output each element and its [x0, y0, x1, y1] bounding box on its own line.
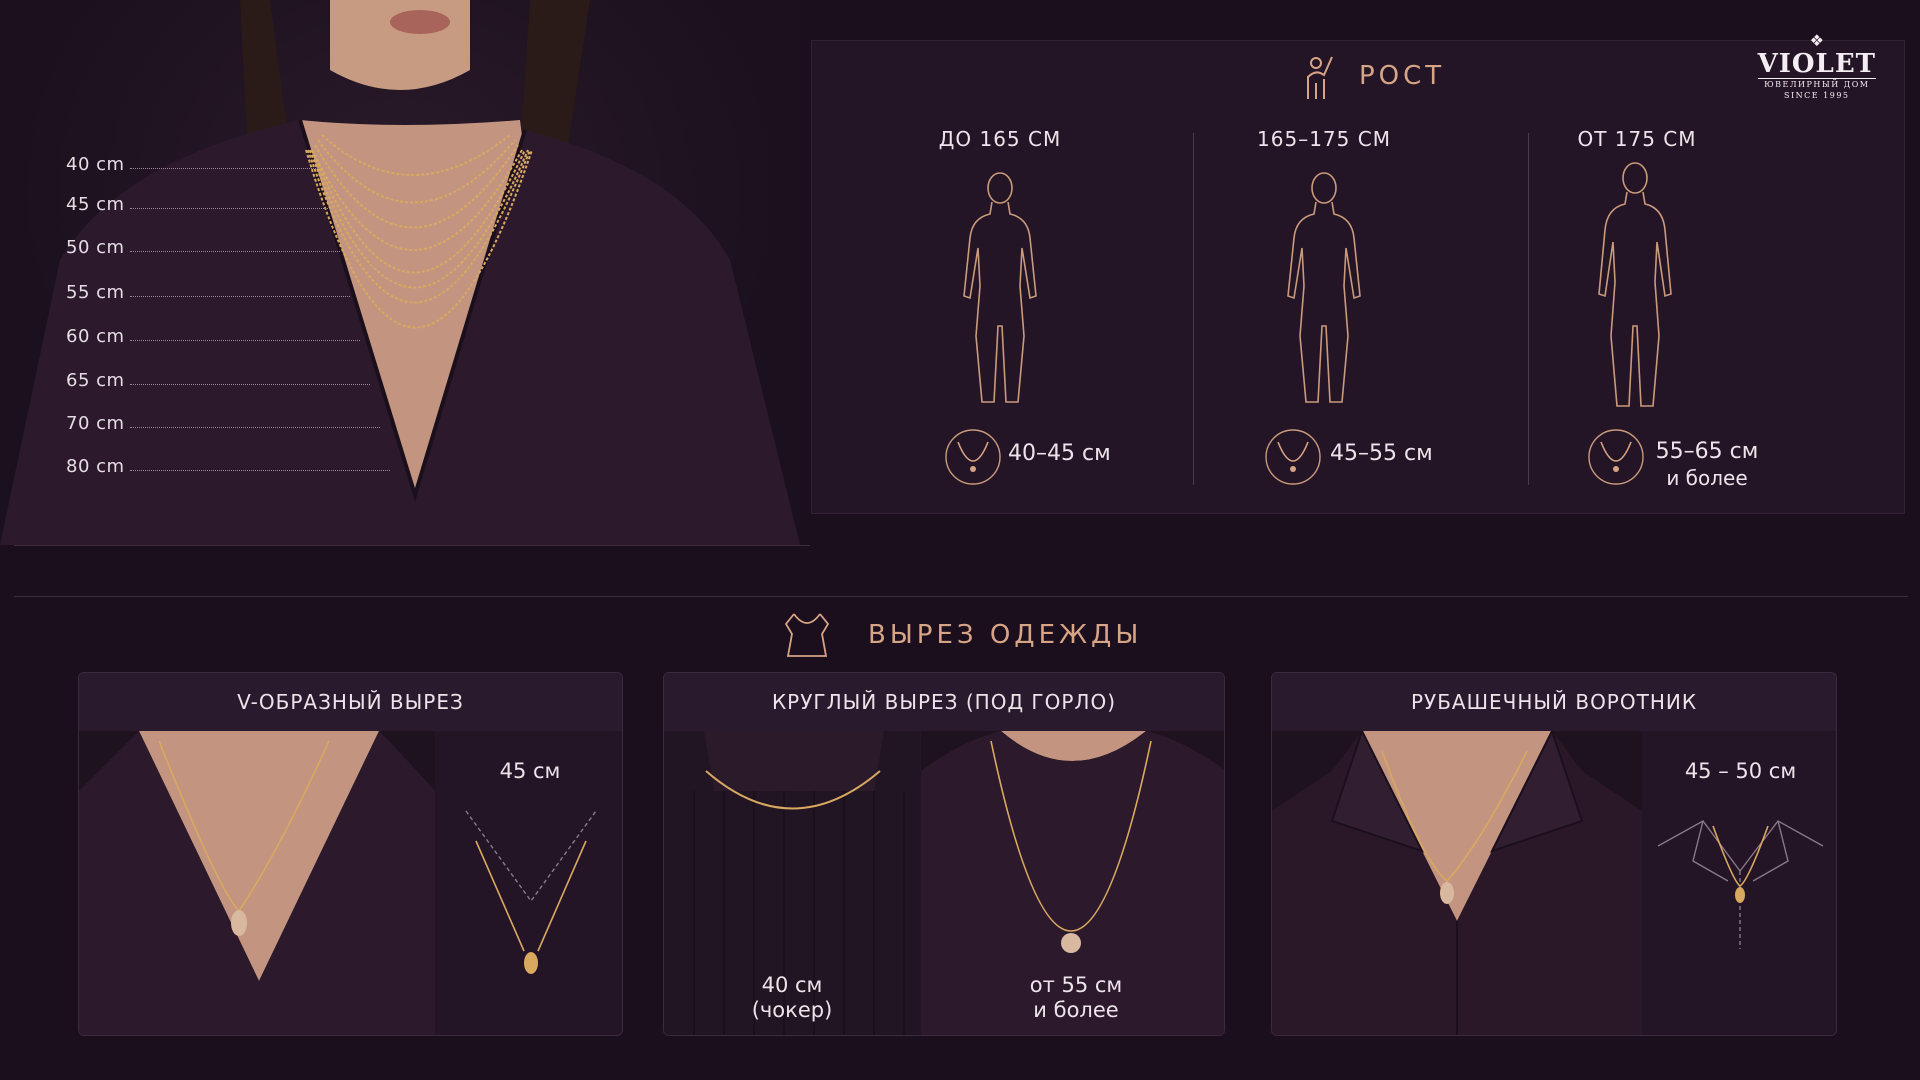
length-guide [130, 384, 370, 385]
length-label-80: 80 cm [66, 456, 125, 477]
female-silhouette-icon [1287, 172, 1361, 403]
necklace-icon [945, 429, 1001, 485]
v-neck-diagram: 45 см [436, 731, 622, 1035]
length-caption: 45 см [499, 759, 561, 783]
height-value-main: 55–65 см [1655, 439, 1759, 464]
height-title: РОСТ [1359, 61, 1446, 91]
length-guide [130, 168, 320, 169]
length-guide [130, 427, 380, 428]
caption-line: и более [1033, 998, 1119, 1022]
v-neck-photo-illustration [79, 731, 435, 1035]
card-shirt-collar: РУБАШЕЧНЫЙ ВОРОТНИК 45 – 50 см [1271, 672, 1837, 1036]
necklace-icon [1265, 429, 1321, 485]
shirt-collar-necklace-diagram [1657, 820, 1824, 949]
length-guide [130, 208, 330, 209]
shirt-photo [1272, 731, 1642, 1035]
brand-since: SINCE 1995 [1784, 91, 1850, 100]
v-neck-photo [79, 731, 435, 1035]
section-divider [14, 596, 1908, 597]
length-label-45: 45 cm [66, 194, 125, 215]
female-silhouette-icon [1598, 162, 1672, 407]
brand-logo: ❖ VIOLET ЮВЕЛИРНЫЙ ДОМ SINCE 1995 [1757, 31, 1876, 101]
necklace-icon [1588, 429, 1644, 485]
card-title: V-ОБРАЗНЫЙ ВЫРЕЗ [79, 673, 622, 731]
card-title: РУБАШЕЧНЫЙ ВОРОТНИК [1272, 673, 1836, 731]
length-label-40: 40 cm [66, 154, 125, 175]
choker-caption: 40 см (чокер) [702, 973, 882, 1023]
long-caption: от 55 см и более [966, 973, 1186, 1023]
caption-line: 40 см [761, 973, 823, 997]
caption-line: (чокер) [751, 998, 833, 1022]
length-guide [130, 470, 390, 471]
caption-line: от 55 см [1029, 973, 1123, 997]
hero-necklace-photo: 40 cm 45 cm 50 cm 55 cm 60 cm 65 cm 70 c… [0, 0, 800, 545]
shirt-collar-diagram: 45 – 50 см [1643, 731, 1836, 1035]
column-divider [1193, 133, 1194, 485]
person-raising-hand-icon [1307, 56, 1333, 99]
height-value: 55–65 см и более [1642, 439, 1772, 491]
height-value-extra: и более [1666, 466, 1748, 490]
hero-divider [14, 545, 810, 546]
height-col-header: 165–175 СМ [1257, 127, 1391, 151]
neckline-title: ВЫРЕЗ ОДЕЖДЫ [868, 620, 1143, 650]
card-v-neck: V-ОБРАЗНЫЙ ВЫРЕЗ 45 см [78, 672, 623, 1036]
dress-neckline-icon [784, 613, 830, 657]
length-caption: 45 – 50 см [1684, 759, 1797, 783]
length-guide [130, 296, 350, 297]
length-label-65: 65 cm [66, 370, 125, 391]
card-round-neck: КРУГЛЫЙ ВЫРЕЗ (ПОД ГОРЛО) 40 см (чокер) … [663, 672, 1225, 1036]
height-col-header: ОТ 175 СМ [1577, 127, 1697, 151]
height-value: 45–55 см [1330, 441, 1433, 466]
length-label-60: 60 cm [66, 326, 125, 347]
length-label-70: 70 cm [66, 413, 125, 434]
length-label-55: 55 cm [66, 282, 125, 303]
height-value: 40–45 см [1008, 441, 1111, 466]
brand-name: VIOLET [1757, 49, 1876, 79]
v-neck-necklace-diagram [465, 810, 597, 974]
length-guide [130, 340, 360, 341]
height-col-header: ДО 165 СМ [938, 127, 1062, 151]
length-label-50: 50 cm [66, 237, 125, 258]
logo-mark-icon: ❖ [1809, 31, 1824, 50]
brand-tagline: ЮВЕЛИРНЫЙ ДОМ [1764, 80, 1870, 89]
column-divider [1528, 133, 1529, 485]
height-panel: РОСТ ДО 165 СМ 40–45 см 165–175 СМ 45–55… [811, 40, 1905, 514]
card-title: КРУГЛЫЙ ВЫРЕЗ (ПОД ГОРЛО) [664, 673, 1224, 731]
length-guide [130, 251, 340, 252]
female-silhouette-icon [963, 172, 1037, 403]
shirt-photo-illustration [1272, 731, 1642, 1035]
